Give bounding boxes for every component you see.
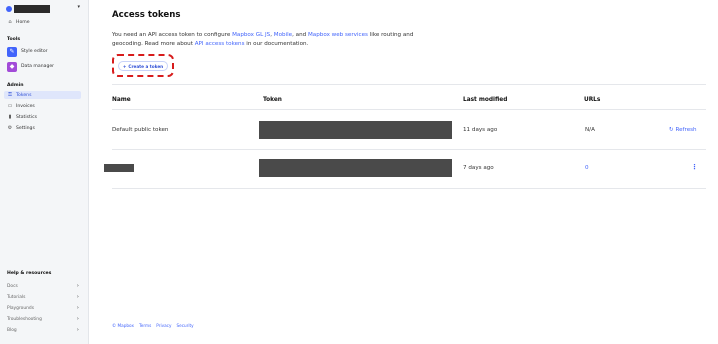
intro-text-part: , and xyxy=(292,32,308,38)
sidebar-item-label: Data manager xyxy=(21,64,55,69)
divider xyxy=(112,149,706,150)
chevron-right-icon: › xyxy=(76,305,79,311)
footer: © Mapbox Terms Privacy Security xyxy=(112,323,194,328)
column-header-token: Token xyxy=(263,97,282,103)
invoice-icon: ▭ xyxy=(7,103,13,109)
tools-heading: Tools xyxy=(7,37,21,42)
help-heading: Help & resources xyxy=(7,271,52,276)
sidebar-item-data-manager[interactable]: ◆ Data manager xyxy=(7,61,54,72)
bar-chart-icon: ▮ xyxy=(8,114,12,120)
last-modified: 11 days ago xyxy=(463,127,498,133)
help-item-label: Playgrounds xyxy=(7,305,34,311)
sidebar-item-style-editor[interactable]: ✎ Style editor xyxy=(7,46,48,57)
divider xyxy=(112,188,706,189)
create-token-button[interactable]: + Create a token xyxy=(118,61,168,71)
admin-heading: Admin xyxy=(7,83,24,88)
chevron-right-icon: › xyxy=(76,294,79,300)
footer-link-terms[interactable]: Terms xyxy=(139,323,151,328)
intro-text-part: You need an API access token to configur… xyxy=(112,32,233,38)
divider xyxy=(112,84,706,85)
sidebar-item-label: Statistics xyxy=(16,114,37,120)
more-options-icon[interactable]: ⋮ xyxy=(691,163,698,171)
home-icon: ⌂ xyxy=(8,19,12,25)
footer-link-privacy[interactable]: Privacy xyxy=(156,323,171,328)
token-value-redacted xyxy=(259,159,452,177)
footer-copyright[interactable]: © Mapbox xyxy=(112,323,134,328)
help-item-troubleshooting[interactable]: Troubleshooting › xyxy=(7,315,79,323)
divider xyxy=(112,109,706,110)
refresh-button[interactable]: ↻ Refresh xyxy=(669,127,697,133)
help-item-blog[interactable]: Blog › xyxy=(7,326,79,334)
help-item-label: Blog xyxy=(7,327,17,333)
help-item-label: Tutorials xyxy=(7,294,26,300)
sidebar-item-label: Tokens xyxy=(16,92,32,98)
create-token-label: Create a token xyxy=(128,63,164,69)
token-value-redacted xyxy=(259,121,452,139)
account-switcher[interactable]: ▾ xyxy=(6,3,80,14)
link-web-services[interactable]: Mapbox web services xyxy=(308,32,368,38)
sidebar-item-tokens[interactable]: ⚿ Tokens xyxy=(4,91,81,99)
chevron-right-icon: › xyxy=(76,327,79,333)
help-item-label: Troubleshooting xyxy=(7,316,42,322)
chevron-right-icon: › xyxy=(76,316,79,322)
urls-link[interactable]: 0 xyxy=(585,165,589,171)
sidebar-item-settings[interactable]: ⚙ Settings xyxy=(4,124,81,132)
token-name: Default public token xyxy=(112,127,169,133)
sidebar-item-statistics[interactable]: ▮ Statistics xyxy=(4,113,81,121)
help-item-playgrounds[interactable]: Playgrounds › xyxy=(7,304,79,312)
help-item-docs[interactable]: Docs › xyxy=(7,282,79,290)
main-content: Access tokens You need an API access tok… xyxy=(104,0,718,344)
data-manager-icon: ◆ xyxy=(7,61,17,72)
token-name-redacted xyxy=(104,164,134,172)
highlight-outline: + Create a token xyxy=(112,54,174,77)
sidebar-item-label: Style editor xyxy=(21,49,48,54)
page-title: Access tokens xyxy=(112,10,181,20)
column-header-urls: URLs xyxy=(584,97,601,103)
account-avatar xyxy=(6,5,12,12)
sidebar-item-label: Invoices xyxy=(16,103,35,109)
column-header-last-modified: Last modified xyxy=(463,97,508,103)
chevron-right-icon: › xyxy=(76,283,79,289)
intro-text-part: in our documentation. xyxy=(244,40,309,47)
account-name-redacted xyxy=(14,4,50,13)
last-modified: 7 days ago xyxy=(463,165,494,171)
sidebar: ▾ ⌂ Home Tools ✎ Style editor ◆ Data man… xyxy=(0,0,89,344)
sidebar-item-label: Settings xyxy=(16,125,35,131)
key-icon: ⚿ xyxy=(8,92,12,98)
help-item-tutorials[interactable]: Tutorials › xyxy=(7,293,79,301)
intro-text: You need an API access token to configur… xyxy=(112,31,432,48)
help-item-label: Docs xyxy=(7,283,18,289)
sidebar-item-invoices[interactable]: ▭ Invoices xyxy=(4,102,81,110)
link-mobile[interactable]: Mobile xyxy=(274,32,292,38)
sidebar-item-label: Home xyxy=(16,19,30,25)
sidebar-item-home[interactable]: ⌂ Home xyxy=(4,18,81,26)
gear-icon: ⚙ xyxy=(7,125,13,131)
caret-down-icon: ▾ xyxy=(77,4,80,10)
style-editor-icon: ✎ xyxy=(7,46,17,57)
refresh-label: Refresh xyxy=(675,127,697,133)
refresh-icon: ↻ xyxy=(669,127,674,133)
plus-icon: + xyxy=(122,63,127,69)
column-header-name: Name xyxy=(112,97,131,103)
footer-link-security[interactable]: Security xyxy=(176,323,193,328)
link-access-tokens-docs[interactable]: API access tokens xyxy=(195,41,245,47)
link-mapbox-gl-js[interactable]: Mapbox GL JS xyxy=(232,32,270,38)
urls-value: N/A xyxy=(585,127,595,133)
